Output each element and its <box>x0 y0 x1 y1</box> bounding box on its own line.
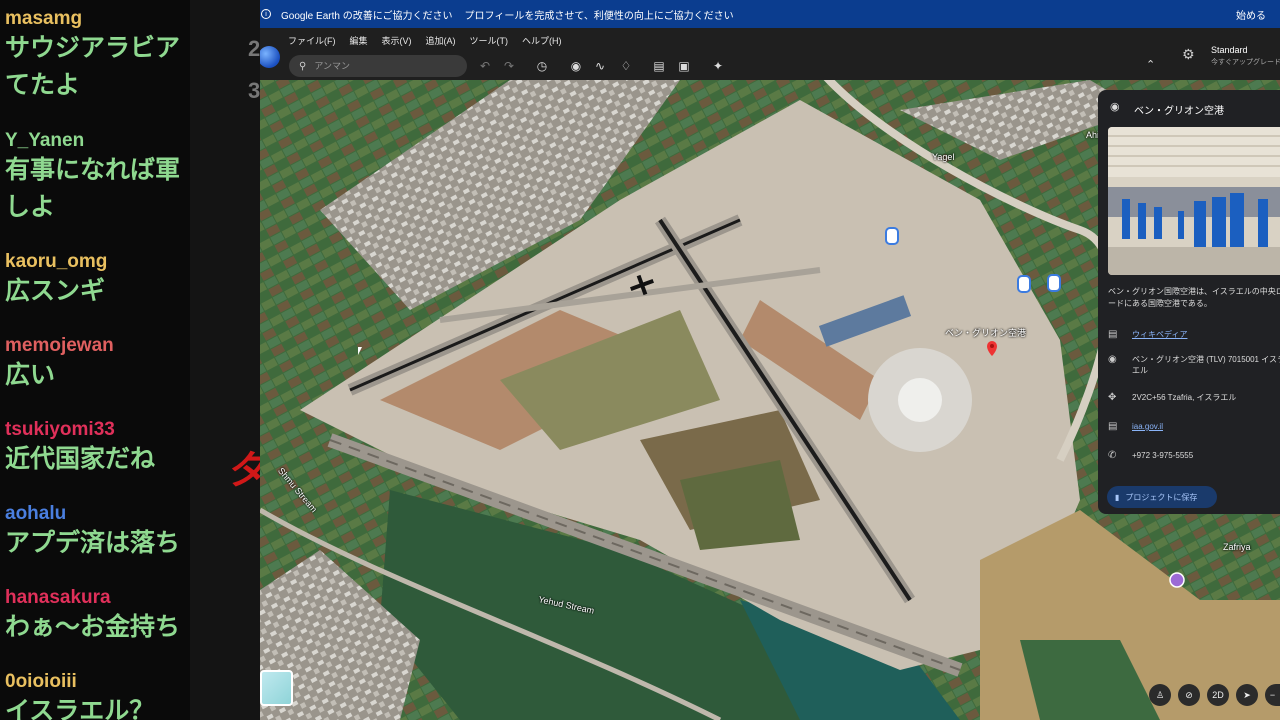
gear-icon[interactable]: ⚙ <box>1182 46 1195 63</box>
map-poi-marker[interactable] <box>1017 275 1031 293</box>
chat-text: アプデ済は落ち <box>5 529 181 557</box>
chat-username: hanasakura <box>5 587 111 608</box>
place-photo[interactable] <box>1108 127 1280 275</box>
chat-message: kaoru_omg 広スンギ <box>5 251 190 310</box>
menu-bar: ファイル(F) 編集 表示(V) 追加(A) ツール(T) ヘルプ(H) <box>260 28 1280 52</box>
chat-text: 広スンギ <box>5 277 106 305</box>
chat-username: masamg <box>5 8 83 29</box>
redo-icon[interactable]: ↷ <box>500 57 518 75</box>
chat-text: 近代国家だね <box>5 445 156 473</box>
place-pin-icon: ◉ <box>1110 101 1120 113</box>
undo-icon[interactable]: ↶ <box>476 57 494 75</box>
info-banner: i Google Earth の改善にご協力ください プロフィールを完成させて、… <box>260 0 1280 28</box>
place-title: ベン・グリオン空港 <box>1134 106 1224 117</box>
website-icon: ▤ <box>1108 421 1118 432</box>
background-glyph: 3 <box>248 78 260 103</box>
address-text: ベン・グリオン空港 (TLV) 7015001 イスラエル <box>1132 355 1280 375</box>
website-link[interactable]: iaa.gov.il <box>1132 421 1280 432</box>
save-to-project-button[interactable]: ▮ プロジェクトに保存 <box>1107 486 1217 508</box>
banner-message: プロフィールを完成させて、利便性の向上にご協力ください <box>464 10 734 22</box>
chat-message: aohalu アプデ済は落ち <box>5 503 190 562</box>
chat-text: サウジアラビアてたよ <box>5 34 181 99</box>
chat-username: memojewan <box>5 335 114 356</box>
phone-text: +972 3-975-5555 <box>1132 451 1194 460</box>
place-description: ベン・グリオン国際空港は、イスラエルの中央ロードにある国際空港である。 <box>1108 287 1280 308</box>
menu-help[interactable]: ヘルプ(H) <box>522 34 562 47</box>
menu-view[interactable]: 表示(V) <box>382 34 412 47</box>
search-icon: ⚲ <box>299 60 307 72</box>
chat-message: 0oioioiii イスラエル？ <box>5 671 190 720</box>
map-label-yagel: Yagel <box>932 152 955 162</box>
layer-thumbnail[interactable] <box>260 670 293 706</box>
background-glyph: 2 <box>248 36 260 61</box>
pegman-icon[interactable]: ♙ <box>1149 684 1171 706</box>
chat-username: 0oioioiii <box>5 671 77 692</box>
history-icon[interactable]: ◷ <box>533 57 551 75</box>
menu-add[interactable]: 追加(A) <box>426 34 456 47</box>
chat-username: tsukiyomi33 <box>5 419 115 440</box>
collapse-chevron-icon[interactable]: ⌃ <box>1146 58 1155 71</box>
place-info-panel: ◉ ベン・グリオン空港 ベン・グリオン国際空港は、イスラエルの中央ロードにある国… <box>1098 90 1280 514</box>
hide-ui-icon[interactable]: ⊘ <box>1178 684 1200 706</box>
chat-message: Y_Yanen 有事になれば軍しよ <box>5 130 190 226</box>
search-box[interactable]: ⚲ <box>289 55 467 77</box>
location-icon: ◉ <box>1108 354 1117 365</box>
map-poi-marker[interactable] <box>1169 572 1185 588</box>
chat-username: kaoru_omg <box>5 251 108 272</box>
map-poi-marker[interactable] <box>885 227 899 245</box>
phone-icon: ✆ <box>1108 450 1117 461</box>
compass-icon[interactable]: ➤ <box>1236 684 1258 706</box>
banner-title: Google Earth の改善にご協力ください <box>281 10 453 22</box>
google-earth-window: Yagel Ahi ベン・グリオン空港 Zafriya Yehud Stream… <box>260 0 1280 720</box>
map-label-airport: ベン・グリオン空港 <box>945 328 1027 338</box>
background-red-glyph: タ <box>224 449 260 493</box>
path-icon[interactable]: ∿ <box>591 57 609 75</box>
map-poi-marker[interactable] <box>1047 274 1061 292</box>
chat-text: 広い <box>5 361 56 389</box>
chat-text: わぁ～お金持ち <box>5 613 181 641</box>
chat-text: イスラエル？ <box>5 697 155 720</box>
chat-text: 有事になれば軍しよ <box>5 156 181 221</box>
menu-file[interactable]: ファイル(F) <box>288 34 336 47</box>
chat-overlay: 2 3 タ masamg サウジアラビアてたよ Y_Yanen 有事になれば軍しよ ka… <box>0 0 260 720</box>
chat-username: aohalu <box>5 503 67 524</box>
plan-title: Standard <box>1211 45 1248 55</box>
map-label-zafriya: Zafriya <box>1223 542 1251 552</box>
menu-tools[interactable]: ツール(T) <box>470 34 509 47</box>
chat-side-strip: 2 3 タ <box>190 0 260 720</box>
upgrade-link[interactable]: 今すぐアップグレード <box>1211 57 1280 67</box>
save-button-label: プロジェクトに保存 <box>1125 492 1198 502</box>
banner-start-link[interactable]: 始める <box>1236 7 1266 22</box>
chat-message: tsukiyomi33 近代国家だね <box>5 419 190 478</box>
bookmark-icon: ▮ <box>1115 492 1120 502</box>
placemark-icon[interactable]: ◉ <box>567 57 585 75</box>
chat-message: hanasakura わぁ～お金持ち <box>5 587 190 646</box>
chat-message: masamg サウジアラビアてたよ <box>5 8 190 104</box>
photo-icon[interactable]: ▣ <box>675 57 693 75</box>
mouse-cursor <box>358 347 362 355</box>
info-icon: i <box>261 9 271 19</box>
chat-username: Y_Yanen <box>5 130 85 151</box>
plus-code-text: 2V2C+56 Tzafria, イスラエル <box>1132 393 1237 402</box>
earth-logo-icon[interactable] <box>260 46 280 68</box>
menu-edit[interactable]: 編集 <box>350 34 368 47</box>
zoom-out-icon[interactable]: − <box>1265 684 1280 706</box>
terminal-photo <box>1108 127 1280 275</box>
toolbar: ⚲ ↶ ↷ ◷ ◉ ∿ ♢ ▤ ▣ ✦ <box>260 46 1280 80</box>
toggle-2d-button[interactable]: 2D <box>1207 684 1229 706</box>
satellite-icon[interactable]: ✦ <box>709 57 727 75</box>
search-input[interactable] <box>314 61 445 71</box>
layers-icon[interactable]: ♢ <box>617 57 635 75</box>
book-icon: ▤ <box>1108 329 1118 340</box>
ruler-icon[interactable]: ▤ <box>650 57 668 75</box>
wiki-link[interactable]: ウィキペディア <box>1132 329 1280 340</box>
chat-message: memojewan 広い <box>5 335 190 394</box>
plus-code-icon: ✥ <box>1108 392 1117 403</box>
